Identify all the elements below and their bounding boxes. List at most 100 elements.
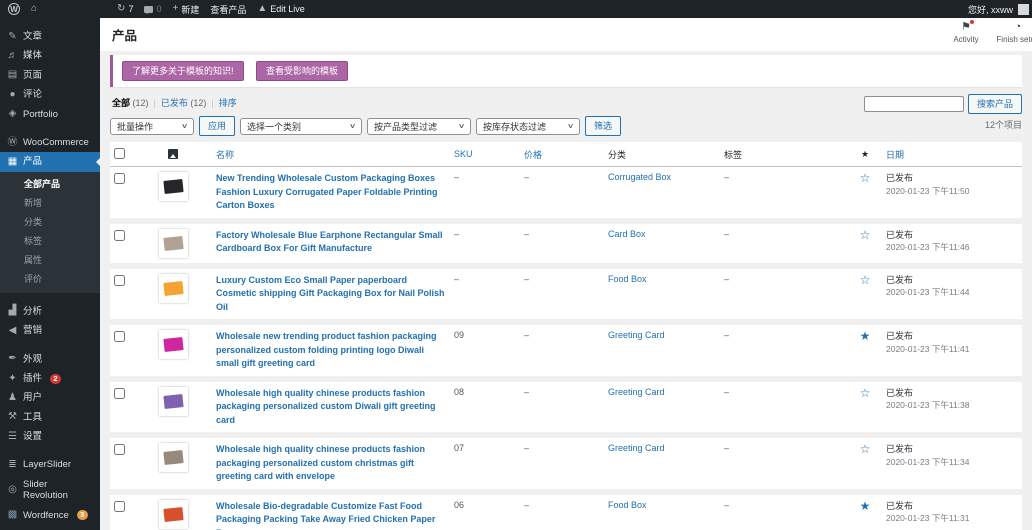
product-thumbnail[interactable] [159, 229, 188, 258]
product-thumbnail[interactable] [159, 443, 188, 472]
product-name-link[interactable]: Wholesale new trending product fashion p… [216, 330, 446, 371]
sku-value: 08 [454, 387, 464, 397]
edit-live-link[interactable]: ▲ Edit Live [257, 4, 304, 14]
product-thumbnail[interactable] [159, 387, 188, 416]
activity-button[interactable]: ⚑ Activity [940, 22, 992, 44]
row-checkbox[interactable] [114, 173, 125, 184]
column-header-sku[interactable]: SKU [450, 142, 520, 167]
star-empty-icon[interactable]: ☆ [860, 386, 871, 400]
sidebar-item-分析[interactable]: ▟分析 [0, 302, 100, 321]
wordpress-logo-icon: W [8, 3, 20, 15]
product-thumbnail[interactable] [159, 172, 188, 201]
select-all-checkbox[interactable] [114, 148, 125, 159]
wp-logo-menu[interactable]: W [8, 3, 20, 15]
product-type-select[interactable]: 按产品类型过滤∨ [367, 118, 471, 135]
row-checkbox[interactable] [114, 230, 125, 241]
product-thumbnail[interactable] [159, 274, 188, 303]
category-link[interactable]: Food Box [608, 274, 647, 284]
submenu-item-新增[interactable]: 新增 [0, 193, 100, 212]
products-submenu: 全部产品新增分类标签属性评价 [0, 172, 100, 293]
star-filled-icon[interactable]: ★ [860, 329, 871, 343]
view-link-排序[interactable]: 排序 [206, 98, 236, 108]
submenu-item-分类[interactable]: 分类 [0, 212, 100, 231]
category-link[interactable]: Corrugated Box [608, 172, 671, 182]
name-cell: Luxury Custom Eco Small Paper paperboard… [212, 266, 450, 323]
row-checkbox[interactable] [114, 444, 125, 455]
category-link[interactable]: Greeting Card [608, 387, 665, 397]
product-name-link[interactable]: Wholesale Bio-degradable Customize Fast … [216, 500, 446, 530]
sidebar-item-Slider Revolution[interactable]: ◎Slider Revolution [0, 475, 100, 506]
sidebar-item-WooCommerce[interactable]: ⓌWooCommerce [0, 133, 100, 152]
sidebar-item-产品[interactable]: ▦产品 [0, 152, 100, 171]
sidebar-item-label: LayerSlider [23, 459, 71, 470]
publish-date: 2020-01-23 下午11:38 [886, 400, 1018, 412]
view-link-全部[interactable]: 全部 (12) [112, 98, 149, 108]
finish-setup-button[interactable]: ◔ Finish setup [992, 22, 1032, 44]
sidebar-item-工具[interactable]: ⚒工具 [0, 408, 100, 427]
product-thumbnail[interactable] [159, 330, 188, 359]
site-link[interactable]: ⌂ [31, 4, 37, 14]
row-checkbox[interactable] [114, 388, 125, 399]
row-checkbox[interactable] [114, 275, 125, 286]
bulk-action-select[interactable]: 批量操作∨ [110, 118, 194, 135]
sidebar-item-Wordfence[interactable]: ▩Wordfence3 [0, 506, 100, 525]
filter-button[interactable]: 筛选 [585, 116, 621, 136]
category-link[interactable]: Greeting Card [608, 443, 665, 453]
sidebar-item-外观[interactable]: ✒外观 [0, 350, 100, 369]
search-products-button[interactable]: 搜索产品 [968, 94, 1022, 114]
product-name-link[interactable]: New Trending Wholesale Custom Packaging … [216, 172, 446, 213]
product-name-link[interactable]: Wholesale high quality chinese products … [216, 443, 446, 484]
tag-cell: – [720, 435, 848, 492]
submenu-item-评价[interactable]: 评价 [0, 269, 100, 288]
star-empty-icon[interactable]: ☆ [860, 228, 871, 242]
star-filled-icon[interactable]: ★ [860, 499, 871, 513]
submenu-item-全部产品[interactable]: 全部产品 [0, 174, 100, 193]
sidebar-item-用户[interactable]: ♟用户 [0, 388, 100, 407]
submenu-item-属性[interactable]: 属性 [0, 250, 100, 269]
star-empty-icon[interactable]: ☆ [860, 273, 871, 287]
submenu-item-标签[interactable]: 标签 [0, 231, 100, 250]
category-link[interactable]: Greeting Card [608, 330, 665, 340]
search-input[interactable] [864, 96, 964, 112]
sidebar-item-LayerSlider[interactable]: ≣LayerSlider [0, 455, 100, 474]
stock-status-select[interactable]: 按库存状态过滤∨ [476, 118, 580, 135]
sidebar-item-评论[interactable]: ●评论 [0, 85, 100, 104]
new-content-menu[interactable]: + 新建 [172, 3, 199, 16]
featured-column-icon[interactable]: ★ [848, 142, 882, 167]
product-name-link[interactable]: Factory Wholesale Blue Earphone Rectangu… [216, 229, 446, 256]
product-name-link[interactable]: Luxury Custom Eco Small Paper paperboard… [216, 274, 446, 315]
product-thumbnail[interactable] [159, 500, 188, 529]
row-checkbox[interactable] [114, 331, 125, 342]
sidebar-item-设置[interactable]: ☰设置 [0, 427, 100, 446]
sidebar-item-文章[interactable]: ✎文章 [0, 27, 100, 46]
view-link-已发布[interactable]: 已发布 (12) [149, 98, 207, 108]
slider-revolution-icon: ◎ [7, 485, 18, 495]
row-checkbox[interactable] [114, 501, 125, 512]
sidebar-item-label: 页面 [23, 70, 42, 81]
view-product-link[interactable]: 查看产品 [210, 3, 246, 16]
view-label: 已发布 [161, 98, 188, 108]
star-empty-icon[interactable]: ☆ [860, 442, 871, 456]
updates-menu[interactable]: ↻ 7 [117, 4, 133, 14]
category-select[interactable]: 选择一个类别∨ [240, 118, 362, 135]
apply-button[interactable]: 应用 [199, 116, 235, 136]
publish-status: 已发布 [886, 387, 1018, 401]
featured-cell: ★ [848, 322, 882, 379]
category-link[interactable]: Card Box [608, 229, 646, 239]
my-account-menu[interactable]: 您好, xxww [968, 3, 1013, 16]
view-affected-templates-button[interactable]: 查看受影响的模板 [256, 61, 348, 81]
category-link[interactable]: Food Box [608, 500, 647, 510]
column-header-name[interactable]: 名称 [212, 142, 450, 167]
column-header-date[interactable]: 日期 [882, 142, 1022, 167]
sidebar-item-插件[interactable]: ✦插件2 [0, 369, 100, 388]
sidebar-item-Portfolio[interactable]: ◈Portfolio [0, 105, 100, 124]
sidebar-item-营销[interactable]: ◀营销 [0, 321, 100, 340]
sidebar-item-页面[interactable]: ▤页面 [0, 66, 100, 85]
comments-menu[interactable]: 0 [144, 4, 161, 14]
sidebar-item-媒体[interactable]: ♬媒体 [0, 46, 100, 65]
avatar[interactable] [1018, 4, 1029, 15]
product-name-link[interactable]: Wholesale high quality chinese products … [216, 387, 446, 428]
star-empty-icon[interactable]: ☆ [860, 171, 871, 185]
learn-templates-button[interactable]: 了解更多关于模板的知识! [122, 61, 244, 81]
column-header-price[interactable]: 价格 [520, 142, 604, 167]
